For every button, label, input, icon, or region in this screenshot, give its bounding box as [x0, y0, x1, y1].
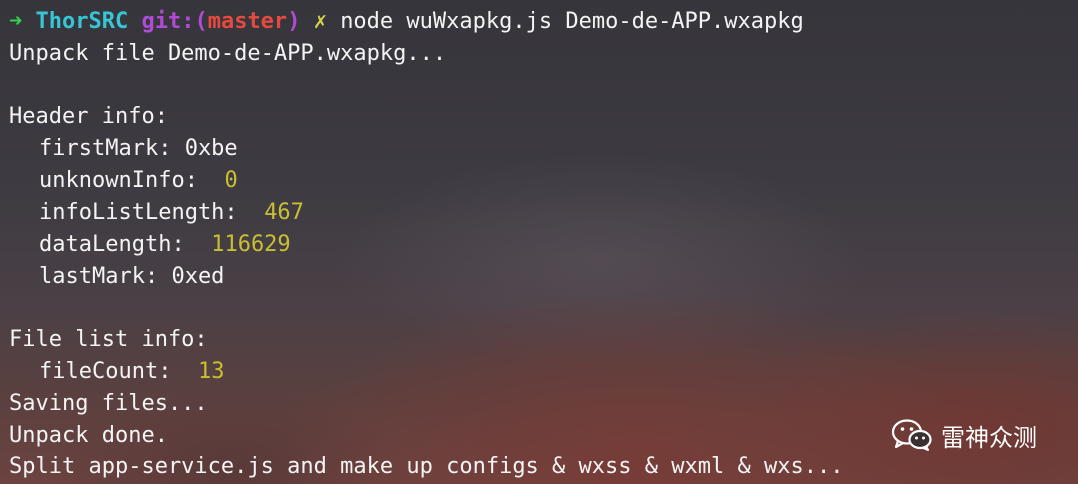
data-length-label: dataLength:: [39, 232, 185, 257]
unknown-info-line: unknownInfo: 0: [9, 165, 238, 197]
watermark-text: 雷神众测: [941, 423, 1037, 452]
info-list-length-value: 467: [264, 200, 304, 225]
unpack-file-line: Unpack file Demo-de-APP.wxapkg...: [9, 41, 447, 66]
prompt-host: ThorSRC: [35, 9, 129, 34]
data-length-value: 116629: [211, 232, 291, 257]
terminal-window[interactable]: ➜ ThorSRC git:(master) ✗ node wuWxapkg.j…: [0, 0, 1078, 484]
unpack-done-line: Unpack done.: [9, 423, 168, 448]
split-app-service-line: Split app-service.js and make up configs…: [9, 454, 844, 479]
unknown-info-label: unknownInfo:: [39, 168, 198, 193]
info-list-length-line: infoListLength: 467: [9, 197, 304, 229]
unknown-info-value: 0: [224, 168, 238, 193]
file-count-line: fileCount: 13: [9, 356, 224, 388]
data-length-line: dataLength: 116629: [9, 229, 291, 261]
file-list-info-title: File list info:: [9, 327, 208, 352]
command-text: node wuWxapkg.js Demo-de-APP.wxapkg: [340, 9, 804, 34]
info-list-length-label: infoListLength:: [39, 200, 238, 225]
wechat-icon: [891, 419, 932, 451]
file-count-value: 13: [197, 359, 225, 384]
first-mark-line: firstMark: 0xbe: [39, 136, 238, 161]
git-label: git:(: [141, 9, 208, 34]
dirty-mark-icon: ✗: [313, 9, 327, 34]
header-info-title: Header info:: [9, 104, 168, 129]
file-count-label: fileCount:: [39, 359, 172, 384]
prompt-arrow-icon: ➜: [9, 9, 23, 34]
saving-files-line: Saving files...: [9, 391, 208, 416]
prompt-line: ➜ ThorSRC git:(master) ✗ node wuWxapkg.j…: [9, 6, 804, 38]
git-label-close: ): [287, 9, 301, 34]
last-mark-line: lastMark: 0xed: [39, 264, 225, 289]
git-branch: master: [207, 9, 288, 34]
watermark: 雷神众测: [891, 418, 1037, 452]
